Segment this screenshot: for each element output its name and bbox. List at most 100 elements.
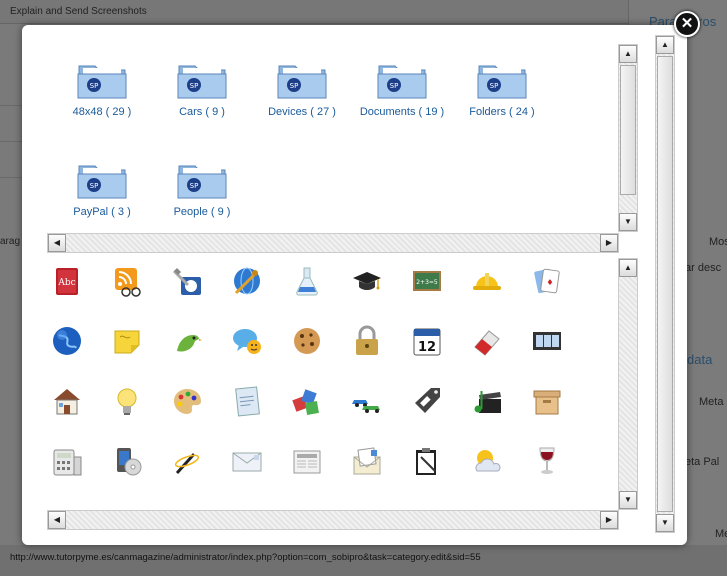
folder-folders[interactable]: SP Folders ( 24 ): [452, 60, 552, 118]
folder-devices[interactable]: SP Devices ( 27 ): [252, 60, 352, 118]
phone-disc-icon[interactable]: [110, 444, 144, 478]
calendar-icon[interactable]: 12: [410, 324, 444, 358]
calculator-icon[interactable]: [50, 444, 84, 478]
music-clapper-icon[interactable]: [470, 384, 504, 418]
background-page-title: Explain and Send Screenshots: [10, 6, 147, 17]
background-right-label: Meta: [699, 396, 724, 408]
svg-text:SP: SP: [90, 182, 99, 190]
folders-horizontal-scrollbar[interactable]: ◀ ▶: [47, 233, 619, 253]
paint-palette-icon[interactable]: [170, 384, 204, 418]
folder-icon: SP: [277, 60, 327, 100]
scroll-left-button[interactable]: ◀: [48, 511, 66, 529]
rss-glasses-icon[interactable]: [110, 264, 144, 298]
scroll-up-button[interactable]: ▲: [656, 36, 674, 54]
folders-pane: SP 48x48 ( 29 ) SP Cars ( 9 ) SP Devices…: [47, 44, 619, 232]
icons-pane: Abc 2+3=5 ♦ 12: [47, 258, 617, 508]
folder-label: People ( 9 ): [173, 206, 231, 218]
scroll-up-button[interactable]: ▲: [619, 259, 637, 277]
weather-sun-cloud-icon[interactable]: [470, 444, 504, 478]
house-icon[interactable]: [50, 384, 84, 418]
lightbulb-icon[interactable]: [110, 384, 144, 418]
folder-icon: SP: [177, 60, 227, 100]
background-right-label: eta Pal: [685, 456, 720, 468]
cookie-icon[interactable]: [290, 324, 324, 358]
wooden-box-icon[interactable]: [530, 384, 564, 418]
svg-text:SP: SP: [90, 82, 99, 90]
folder-label: 48x48 ( 29 ): [72, 106, 132, 118]
background-row: [0, 106, 24, 142]
folder-people[interactable]: SP People ( 9 ): [152, 160, 252, 218]
background-topbar: Explain and Send Screenshots: [0, 0, 727, 24]
scroll-thumb[interactable]: [620, 65, 636, 195]
folder-label: Devices ( 27 ): [268, 106, 336, 118]
flask-icon[interactable]: [290, 264, 324, 298]
clipboard-pen-icon[interactable]: [410, 444, 444, 478]
playing-cards-icon[interactable]: ♦: [530, 264, 564, 298]
folder-label: Folders ( 24 ): [469, 106, 535, 118]
globe-icon[interactable]: [50, 324, 84, 358]
folder-cars[interactable]: SP Cars ( 9 ): [152, 60, 252, 118]
modal-vertical-scrollbar[interactable]: ▲ ▼: [655, 35, 675, 533]
scroll-thumb[interactable]: [657, 56, 673, 512]
folder-documents[interactable]: SP Documents ( 19 ): [352, 60, 452, 118]
close-modal-button[interactable]: ✕: [674, 11, 700, 37]
background-left-fragment: arag: [0, 236, 21, 247]
network-tools-icon[interactable]: [170, 264, 204, 298]
calendar-day: 12: [418, 340, 436, 355]
chat-smiley-icon[interactable]: [230, 324, 264, 358]
folder-label: Documents ( 19 ): [359, 106, 445, 118]
mail-letter-icon[interactable]: [350, 444, 384, 478]
folder-label: PayPal ( 3 ): [73, 206, 131, 218]
magic-wand-icon[interactable]: [170, 444, 204, 478]
notepad-icon[interactable]: [230, 384, 264, 418]
background-right-label: Me: [715, 528, 727, 540]
folder-icon: SP: [77, 160, 127, 200]
folder-paypal[interactable]: SP PayPal ( 3 ): [52, 160, 152, 218]
hard-hat-icon[interactable]: [470, 264, 504, 298]
svg-text:SP: SP: [390, 82, 399, 90]
scroll-down-button[interactable]: ▼: [619, 213, 637, 231]
icons-vertical-scrollbar[interactable]: ▲ ▼: [618, 258, 638, 510]
background-row: [0, 76, 24, 106]
film-strip-icon[interactable]: [530, 324, 564, 358]
icons-horizontal-scrollbar[interactable]: ◀ ▶: [47, 510, 619, 530]
address-book-icon[interactable]: Abc: [50, 264, 84, 298]
background-right-label: ar desc: [685, 262, 722, 274]
price-tag-icon[interactable]: [410, 384, 444, 418]
svg-text:SP: SP: [190, 82, 199, 90]
scroll-right-button[interactable]: ▶: [600, 234, 618, 252]
folder-icon: SP: [177, 160, 227, 200]
padlock-icon[interactable]: [350, 324, 384, 358]
envelope-icon[interactable]: [230, 444, 264, 478]
folder-icon: SP: [377, 60, 427, 100]
scroll-up-button[interactable]: ▲: [619, 45, 637, 63]
svg-text:♦: ♦: [546, 278, 553, 287]
globe-tools-icon[interactable]: [230, 264, 264, 298]
scroll-left-button[interactable]: ◀: [48, 234, 66, 252]
status-url: http://www.tutorpyme.es/canmagazine/admi…: [10, 552, 481, 563]
folder-48x48[interactable]: SP 48x48 ( 29 ): [52, 60, 152, 118]
eraser-icon[interactable]: [470, 324, 504, 358]
graduation-cap-icon[interactable]: [350, 264, 384, 298]
scroll-down-button[interactable]: ▼: [619, 491, 637, 509]
folder-label: Cars ( 9 ): [179, 106, 225, 118]
folder-icon: SP: [477, 60, 527, 100]
svg-text:SP: SP: [190, 182, 199, 190]
scroll-right-button[interactable]: ▶: [600, 511, 618, 529]
scroll-down-button[interactable]: ▼: [656, 514, 674, 532]
chalkboard-icon[interactable]: 2+3=5: [410, 264, 444, 298]
folders-vertical-scrollbar[interactable]: ▲ ▼: [618, 44, 638, 232]
newspaper-icon[interactable]: [290, 444, 324, 478]
svg-text:SP: SP: [490, 82, 499, 90]
cars-icon[interactable]: [350, 384, 384, 418]
background-right-label: Mos: [709, 236, 727, 248]
puzzle-icon[interactable]: [290, 384, 324, 418]
svg-text:SP: SP: [290, 82, 299, 90]
folder-icon: SP: [77, 60, 127, 100]
svg-text:2+3=5: 2+3=5: [416, 279, 438, 286]
sticky-note-icon[interactable]: [110, 324, 144, 358]
svg-text:Abc: Abc: [57, 278, 75, 288]
wine-glass-icon[interactable]: [530, 444, 564, 478]
bird-icon[interactable]: [170, 324, 204, 358]
close-icon: ✕: [680, 15, 694, 32]
